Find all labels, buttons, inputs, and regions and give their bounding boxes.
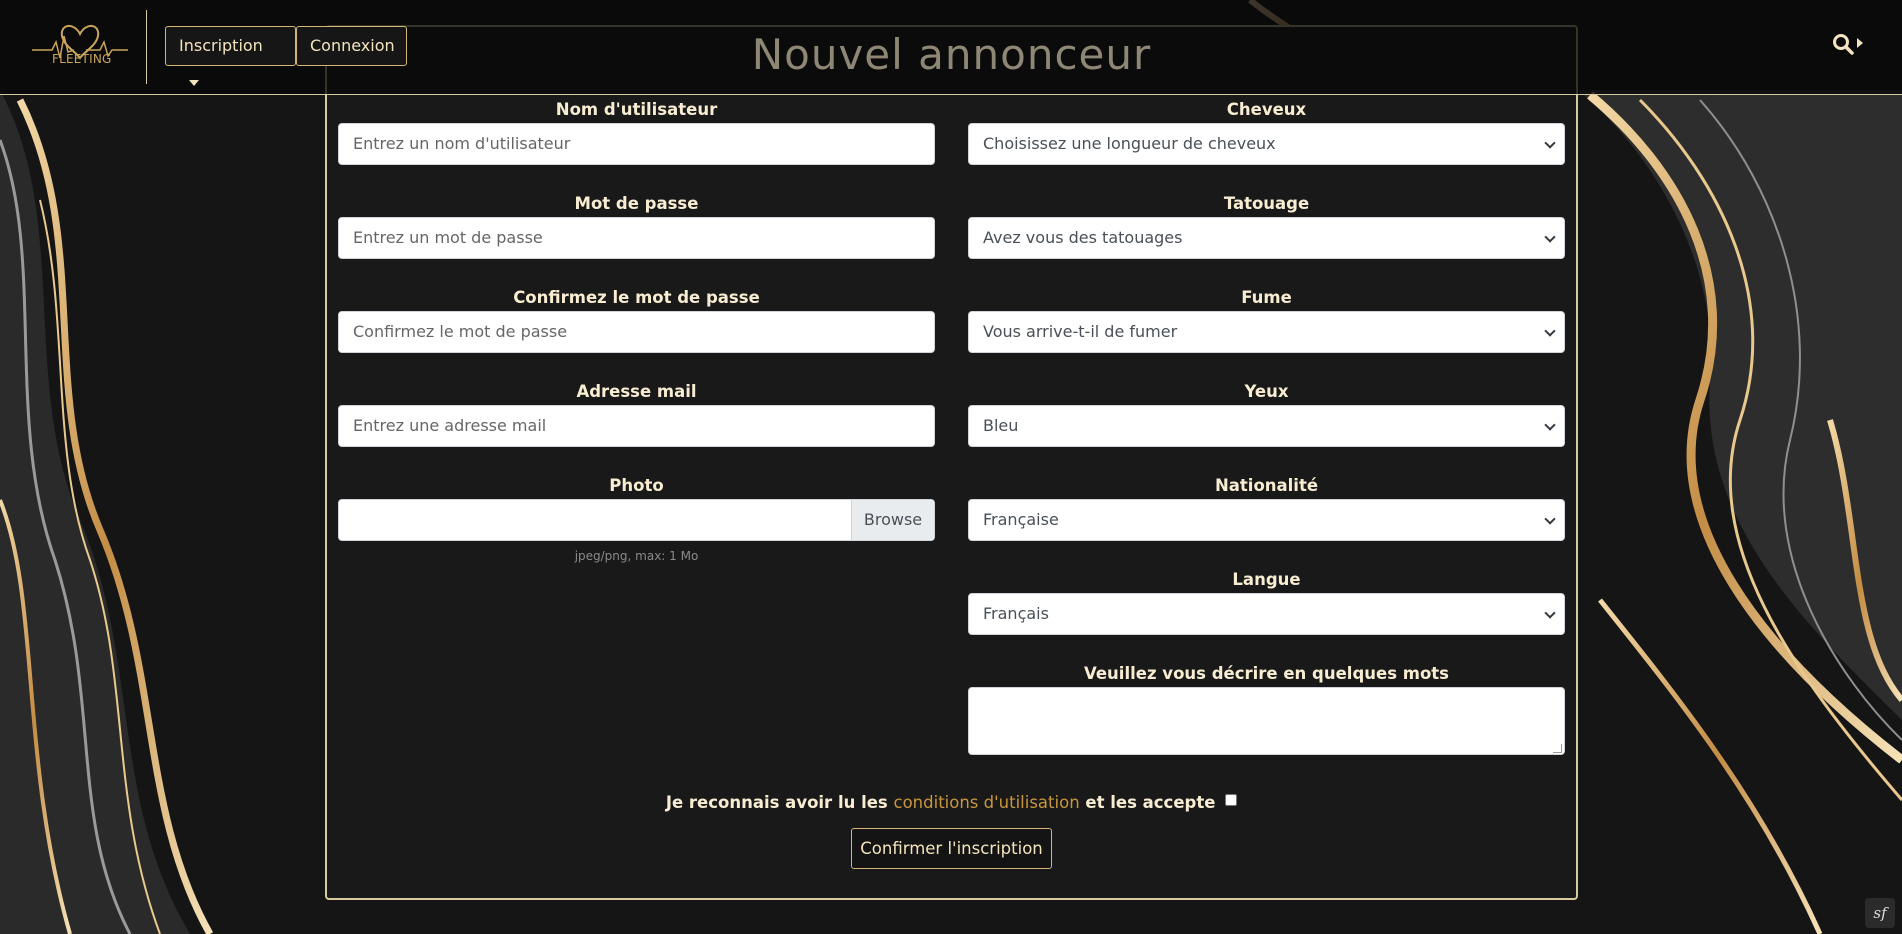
hair-label: Cheveux <box>1226 100 1307 119</box>
chevron-down-icon <box>1544 325 1556 337</box>
eyes-select-value: Bleu <box>983 416 1019 435</box>
eyes-select[interactable]: Bleu <box>968 405 1565 447</box>
nav-divider <box>146 10 147 84</box>
terms-text-before: Je reconnais avoir lu les <box>665 793 894 812</box>
password-field-group: Mot de passe Entrez un mot de passe <box>338 193 935 259</box>
chevron-down-icon <box>1544 137 1556 149</box>
hair-select-value: Choisissez une longueur de cheveux <box>983 134 1276 153</box>
confirm-password-input[interactable]: Confirmez le mot de passe <box>338 311 935 353</box>
browse-button[interactable]: Browse <box>851 500 934 540</box>
caret-right-icon[interactable] <box>1857 38 1863 48</box>
tattoo-field-group: Tatouage Avez vous des tatouages <box>968 193 1565 259</box>
terms-link[interactable]: conditions d'utilisation <box>894 793 1080 812</box>
eyes-field-group: Yeux Bleu <box>968 381 1565 447</box>
smoke-select[interactable]: Vous arrive-t-il de fumer <box>968 311 1565 353</box>
description-textarea[interactable] <box>968 687 1565 755</box>
inscription-label: Inscription <box>179 36 263 55</box>
password-label: Mot de passe <box>574 194 699 213</box>
hair-field-group: Cheveux Choisissez une longueur de cheve… <box>968 99 1565 165</box>
language-field-group: Langue Français <box>968 569 1565 635</box>
confirm-password-label: Confirmez le mot de passe <box>513 288 760 307</box>
smoke-field-group: Fume Vous arrive-t-il de fumer <box>968 287 1565 353</box>
search-icon[interactable] <box>1832 33 1854 55</box>
description-field-group: Veuillez vous décrire en quelques mots <box>968 663 1565 755</box>
eyes-label: Yeux <box>1244 382 1289 401</box>
nationality-select-value: Française <box>983 510 1059 529</box>
terms-text-after: et les accepte <box>1079 793 1216 812</box>
email-field-group: Adresse mail Entrez une adresse mail <box>338 381 935 447</box>
email-label: Adresse mail <box>576 382 697 401</box>
nationality-select[interactable]: Française <box>968 499 1565 541</box>
confirm-password-field-group: Confirmez le mot de passe Confirmez le m… <box>338 287 935 353</box>
confirm-registration-button[interactable]: Confirmer l'inscription <box>851 828 1052 869</box>
email-input[interactable]: Entrez une adresse mail <box>338 405 935 447</box>
tattoo-select[interactable]: Avez vous des tatouages <box>968 217 1565 259</box>
smoke-label: Fume <box>1241 288 1292 307</box>
resize-handle-icon[interactable] <box>1553 744 1562 753</box>
language-select[interactable]: Français <box>968 593 1565 635</box>
logo-text: FLEETING <box>52 52 112 66</box>
chevron-down-icon <box>1544 419 1556 431</box>
inscription-dropdown-button[interactable]: Inscription <box>165 26 296 86</box>
symfony-toolbar-icon[interactable]: sf <box>1865 898 1895 928</box>
chevron-down-icon <box>1544 607 1556 619</box>
tattoo-select-value: Avez vous des tatouages <box>983 228 1183 247</box>
photo-label: Photo <box>609 476 664 495</box>
photo-field-group: Photo Browse jpeg/png, max: 1 Mo <box>338 475 935 563</box>
smoke-select-value: Vous arrive-t-il de fumer <box>983 322 1178 341</box>
heart-logo-icon[interactable] <box>30 12 130 76</box>
terms-checkbox[interactable] <box>1225 794 1238 806</box>
page-title: Nouvel annonceur <box>751 30 1152 79</box>
username-input[interactable]: Entrez un nom d'utilisateur <box>338 123 935 165</box>
terms-line: Je reconnais avoir lu les conditions d'u… <box>325 793 1578 812</box>
chevron-down-icon <box>1544 231 1556 243</box>
hair-select[interactable]: Choisissez une longueur de cheveux <box>968 123 1565 165</box>
tattoo-label: Tatouage <box>1223 194 1310 213</box>
caret-down-icon <box>189 80 199 86</box>
description-label: Veuillez vous décrire en quelques mots <box>1084 664 1449 683</box>
nationality-field-group: Nationalité Française <box>968 475 1565 541</box>
language-label: Langue <box>1232 570 1301 589</box>
username-field-group: Nom d'utilisateur Entrez un nom d'utilis… <box>338 99 935 165</box>
language-select-value: Français <box>983 604 1049 623</box>
username-label: Nom d'utilisateur <box>555 100 718 119</box>
photo-file-input[interactable]: Browse <box>338 499 935 541</box>
photo-hint: jpeg/png, max: 1 Mo <box>574 549 699 563</box>
chevron-down-icon <box>1544 513 1556 525</box>
password-input[interactable]: Entrez un mot de passe <box>338 217 935 259</box>
nationality-label: Nationalité <box>1214 476 1319 495</box>
